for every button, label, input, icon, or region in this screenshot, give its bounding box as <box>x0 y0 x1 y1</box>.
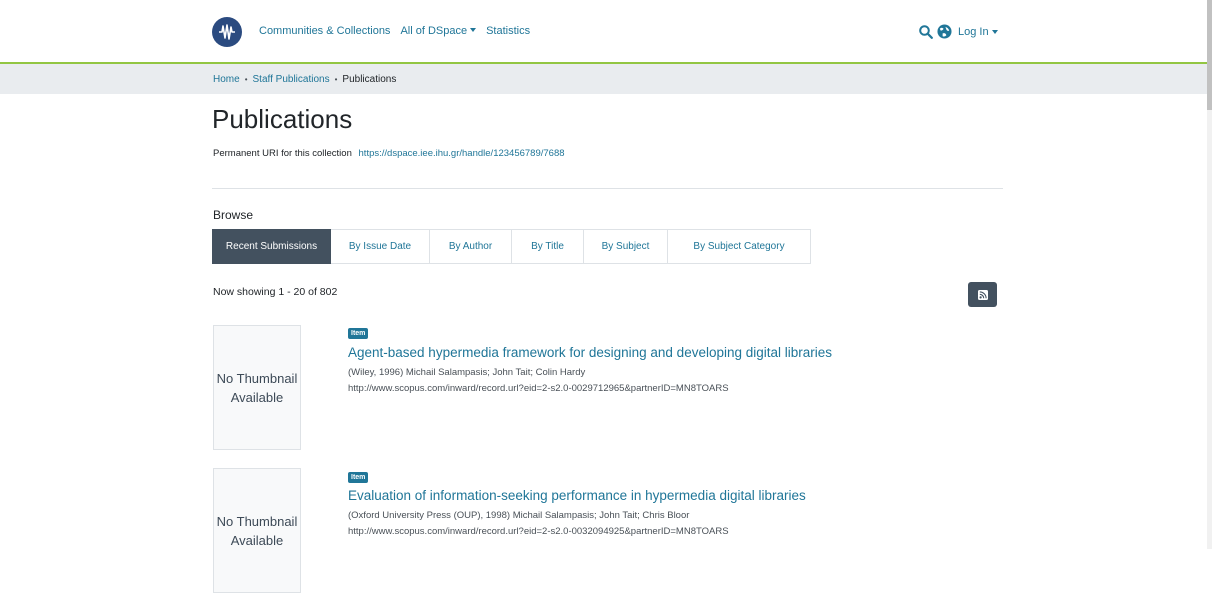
item-type-badge: Item <box>348 328 369 339</box>
tab-by-subject-category[interactable]: By Subject Category <box>668 229 811 264</box>
tab-recent-submissions[interactable]: Recent Submissions <box>212 229 331 264</box>
breadcrumb-staff-publications[interactable]: Staff Publications <box>253 74 330 85</box>
item-type-badge: Item <box>348 472 369 483</box>
thumbnail-placeholder: No Thumbnail Available <box>213 468 301 593</box>
dspace-logo-icon[interactable] <box>212 17 242 47</box>
tab-by-author[interactable]: By Author <box>430 229 512 264</box>
rss-icon <box>977 289 988 300</box>
breadcrumb-separator: • <box>334 75 338 84</box>
globe-icon[interactable] <box>937 24 952 39</box>
browse-heading: Browse <box>213 208 254 222</box>
nav-statistics[interactable]: Statistics <box>486 25 530 37</box>
header-actions: Log In <box>919 24 998 39</box>
breadcrumb: Home • Staff Publications • Publications <box>213 74 396 85</box>
breadcrumb-home[interactable]: Home <box>213 74 240 85</box>
tab-by-issue-date[interactable]: By Issue Date <box>331 229 430 264</box>
item-title-link[interactable]: Evaluation of information-seeking perfor… <box>348 488 806 503</box>
item-title-link[interactable]: Agent-based hypermedia framework for des… <box>348 345 832 360</box>
results-count: Now showing 1 - 20 of 802 <box>213 286 338 298</box>
permanent-uri: Permanent URI for this collection https:… <box>213 148 565 159</box>
tab-by-subject[interactable]: By Subject <box>584 229 668 264</box>
nav-all-of-dspace[interactable]: All of DSpace <box>400 25 477 37</box>
breadcrumb-separator: • <box>244 75 248 84</box>
breadcrumb-bar: Home • Staff Publications • Publications <box>0 62 1212 94</box>
browse-tabs: Recent Submissions By Issue Date By Auth… <box>212 229 811 264</box>
item-url: http://www.scopus.com/inward/record.url?… <box>348 526 729 537</box>
permanent-uri-label: Permanent URI for this collection <box>213 148 352 159</box>
caret-down-icon <box>470 28 477 32</box>
page-scrollbar[interactable] <box>1207 0 1212 549</box>
login-label: Log In <box>958 25 989 38</box>
scrollbar-thumb[interactable] <box>1207 0 1212 110</box>
caret-down-icon <box>991 29 998 34</box>
nav-all-of-dspace-label: All of DSpace <box>400 25 468 37</box>
top-header: Communities & Collections All of DSpace … <box>0 0 1212 62</box>
search-icon[interactable] <box>919 24 933 39</box>
tab-by-title[interactable]: By Title <box>512 229 584 264</box>
item-metadata: (Oxford University Press (OUP), 1998) Mi… <box>348 510 690 521</box>
breadcrumb-current: Publications <box>342 74 397 85</box>
thumbnail-placeholder: No Thumbnail Available <box>213 325 301 450</box>
main-nav: Communities & Collections All of DSpace … <box>259 25 530 37</box>
page-title: Publications <box>212 104 353 134</box>
item-metadata: (Wiley, 1996) Michail Salampasis; John T… <box>348 367 586 378</box>
divider <box>212 188 1003 189</box>
item-url: http://www.scopus.com/inward/record.url?… <box>348 383 729 394</box>
permanent-uri-link[interactable]: https://dspace.iee.ihu.gr/handle/1234567… <box>359 148 565 159</box>
nav-communities-collections[interactable]: Communities & Collections <box>259 25 390 37</box>
login-dropdown[interactable]: Log In <box>958 26 998 38</box>
rss-feed-button[interactable] <box>968 282 997 307</box>
